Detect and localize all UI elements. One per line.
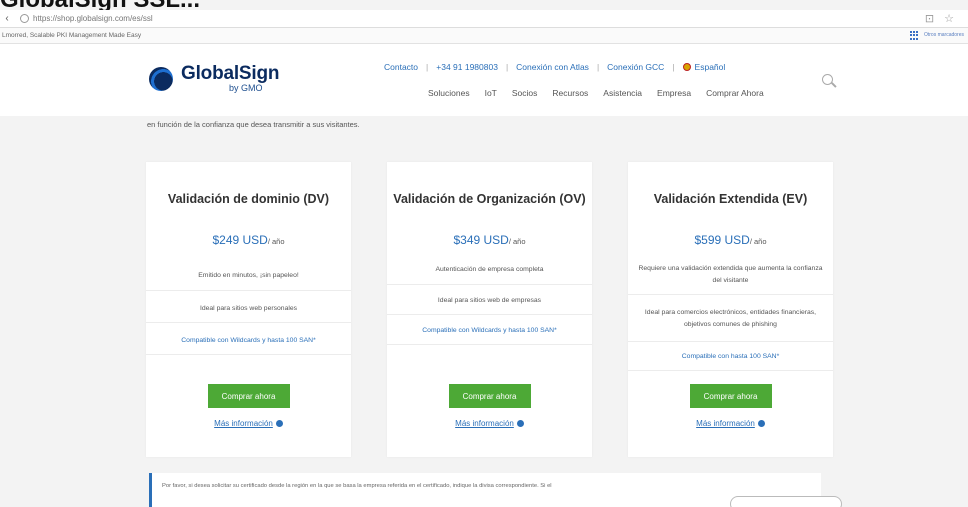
feature-item: Ideal para sitios web personales [199, 305, 298, 312]
card-ev: Validación Extendida (EV) $599 USD/ año … [628, 162, 833, 457]
nav-comprar-ahora[interactable]: Comprar Ahora [706, 88, 764, 98]
logo-sub: by GMO [229, 83, 263, 93]
bookmark-item[interactable]: Lmorred, Scalable PKI Management Made Ea… [2, 32, 141, 39]
currency-notice: Por favor, si desea solicitar su certifi… [149, 473, 821, 507]
phone-link[interactable]: +34 91 1980803 [436, 62, 498, 72]
nav-soluciones[interactable]: Soluciones [428, 88, 470, 98]
spain-flag-icon [682, 63, 691, 71]
nav-recursos[interactable]: Recursos [552, 88, 588, 98]
feature-item: Ideal para comercios electrónicos, entid… [644, 309, 817, 328]
nav-iot[interactable]: IoT [485, 88, 497, 98]
gcc-login-link[interactable]: Conexión GCC [607, 62, 664, 72]
card-dv: Validación de dominio (DV) $249 USD/ año… [146, 162, 351, 457]
buy-button[interactable]: Comprar ahora [689, 384, 772, 408]
browser-bar: ‹ https://shop.globalsign.com/es/ssl ⊡ ☆ [0, 10, 968, 28]
price-unit: / año [267, 237, 285, 246]
buy-button[interactable]: Comprar ahora [448, 384, 531, 408]
feature-item: Ideal para sitios web de empresas [437, 297, 542, 304]
url-text[interactable]: https://shop.globalsign.com/es/ssl [33, 14, 153, 23]
more-info-label[interactable]: Más información [696, 419, 755, 428]
feature-item: Emitido en minutos, ¡sin papeleo! [198, 272, 299, 279]
url-bar[interactable]: https://shop.globalsign.com/es/ssl [14, 14, 159, 23]
feature-link[interactable]: Compatible con Wildcards y hasta 100 SAN… [387, 325, 592, 337]
divider [628, 294, 833, 295]
divider [628, 341, 833, 342]
card-ov: Validación de Organización (OV) $349 USD… [387, 162, 592, 457]
separator: | [505, 62, 509, 72]
globalsign-logo-icon [149, 66, 173, 91]
divider [387, 284, 592, 285]
nav-empresa[interactable]: Empresa [657, 88, 691, 98]
separator: | [672, 62, 675, 72]
card-title: Validación de Organización (OV) [393, 192, 586, 206]
more-info-label[interactable]: Más información [214, 419, 273, 428]
globalsign-logo[interactable]: GlobalSign by GMO [149, 64, 279, 93]
info-icon [757, 420, 765, 427]
price-amount: $349 USD [453, 233, 509, 247]
info-icon [516, 420, 524, 427]
apps-grid-icon[interactable] [909, 30, 920, 41]
price-amount: $599 USD [694, 233, 750, 247]
atlas-login-link[interactable]: Conexión con Atlas [516, 62, 589, 72]
separator: | [426, 62, 429, 72]
bookmark-icon[interactable]: ⊡ [925, 12, 934, 25]
divider [146, 290, 351, 291]
feature-link[interactable]: Compatible con hasta 100 SAN* [628, 351, 833, 363]
divider [387, 314, 592, 315]
contact-link[interactable]: Contacto [384, 62, 418, 72]
card-price: $249 USD/ año [146, 233, 351, 247]
feature-link[interactable]: Compatible con Wildcards y hasta 100 SAN… [146, 335, 351, 347]
buy-button[interactable]: Comprar ahora [207, 384, 290, 408]
card-price: $599 USD/ año [628, 233, 833, 247]
info-icon [275, 420, 283, 427]
price-amount: $249 USD [212, 233, 268, 247]
more-info-link[interactable]: Más información [628, 419, 833, 428]
page-title-cropped: GlobalSign SSL... [0, 0, 200, 13]
more-info-link[interactable]: Más información [387, 419, 592, 428]
site-header: GlobalSign by GMO Contacto | +34 91 1980… [0, 44, 968, 116]
currency-select[interactable] [730, 496, 842, 507]
nav-socios[interactable]: Socios [512, 88, 538, 98]
card-price: $349 USD/ año [387, 233, 592, 247]
back-icon[interactable]: ‹ [0, 13, 14, 24]
separator: | [596, 62, 600, 72]
page-info-icon[interactable] [20, 14, 29, 23]
more-info-link[interactable]: Más información [146, 419, 351, 428]
utility-nav: Contacto | +34 91 1980803 | Conexión con… [384, 62, 725, 72]
divider [387, 344, 592, 345]
language-selector[interactable]: Español [695, 62, 726, 72]
card-title: Validación Extendida (EV) [653, 192, 808, 206]
divider [146, 322, 351, 323]
logo-name: GlobalSign [181, 63, 280, 84]
divider [628, 370, 833, 371]
bookmarks-bar: Lmorred, Scalable PKI Management Made Ea… [0, 28, 968, 44]
feature-item: Autenticación de empresa completa [435, 266, 544, 273]
star-icon[interactable]: ☆ [944, 12, 954, 25]
divider [146, 354, 351, 355]
price-unit: / año [508, 237, 526, 246]
nav-asistencia[interactable]: Asistencia [603, 88, 642, 98]
card-title: Validación de dominio (DV) [167, 192, 330, 206]
more-info-label[interactable]: Más información [455, 419, 514, 428]
intro-text: en función de la confianza que desea tra… [147, 120, 360, 129]
search-icon[interactable] [822, 74, 838, 90]
other-bookmarks[interactable]: Otros marcadores [924, 33, 964, 38]
main-nav: Soluciones IoT Socios Recursos Asistenci… [428, 88, 764, 98]
feature-item: Requiere una validación extendida que au… [638, 265, 823, 284]
price-unit: / año [749, 237, 767, 246]
